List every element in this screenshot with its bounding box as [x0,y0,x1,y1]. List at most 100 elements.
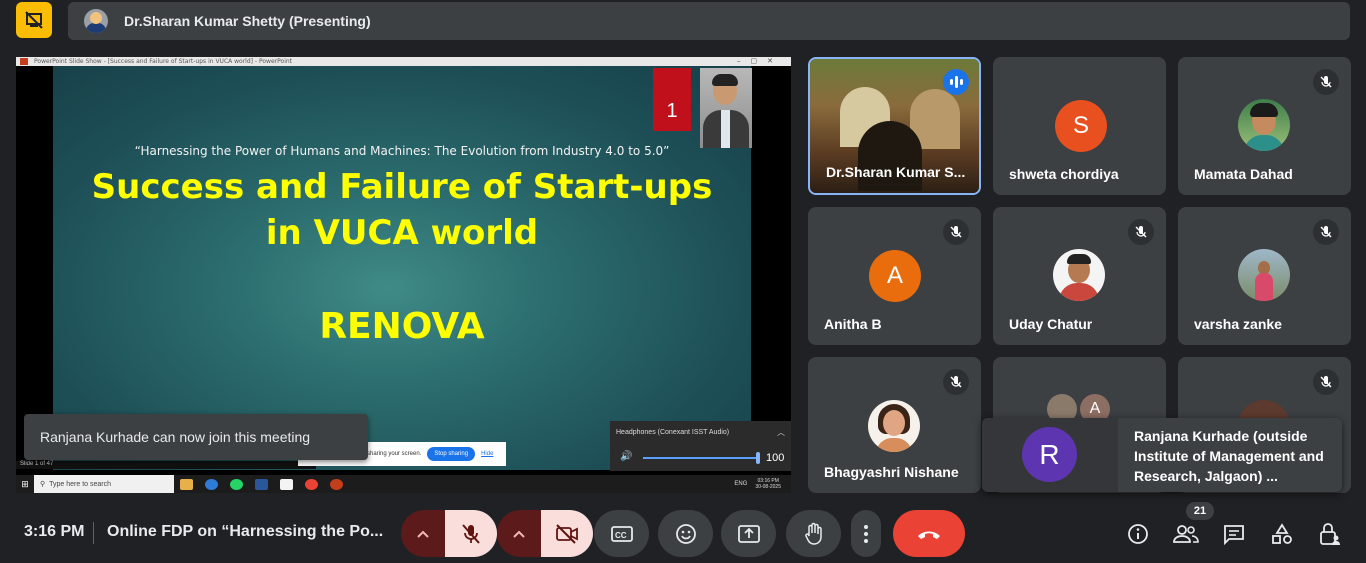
volume-slider-thumb[interactable] [756,452,760,464]
participant-name: shweta chordiya [1009,166,1119,182]
lock-person-icon [1320,523,1340,545]
slide-title-line-2: in VUCA world [265,213,539,253]
divider [93,522,94,544]
window-title: PowerPoint Slide Show - [Success and Fai… [34,58,293,65]
tray-lang[interactable]: ENG [734,481,747,487]
chevron-up-icon[interactable]: ︿ [777,427,785,438]
reactions-button[interactable] [658,510,713,557]
edge-icon[interactable] [205,478,218,490]
audio-settings-chevron-icon[interactable] [401,510,445,557]
people-icon [1173,525,1199,543]
emoji-icon [675,523,696,544]
system-tray: ENG 03:16 PM 30-08-2025 [734,478,791,490]
slide-title: Success and Failure of Start-ups in VUCA… [53,164,751,256]
raise-hand-icon [804,522,822,545]
search-icon: ⚲ [40,481,46,488]
mic-off-icon [1313,369,1339,395]
hide-link[interactable]: Hide [481,451,493,457]
presenter-avatar [84,9,108,33]
svg-text:CC: CC [615,531,627,540]
volume-value: 100 [766,452,785,464]
info-icon [1128,524,1148,544]
slide-status: Slide 1 of 47 [16,461,316,469]
join-popup-avatar-area: R [982,418,1118,492]
participant-tile-bhagyashri[interactable]: Bhagyashri Nishane [808,357,981,493]
powerpoint-taskbar-icon[interactable] [330,478,343,490]
camera-toggle-button[interactable] [541,510,593,557]
volume-popup: Headphones (Conexant ISST Audio) ︿ 🔊 100 [610,421,791,471]
raise-hand-button[interactable] [786,510,841,557]
presenter-photo [700,68,752,148]
present-button[interactable] [721,510,776,557]
end-call-icon [918,531,940,539]
presentation-slide: 1 “Harnessing the Power of Humans and Ma… [53,66,774,470]
avatar [868,400,920,452]
participant-tile-varsha[interactable]: varsha zanke [1178,207,1351,345]
avatar: S [1055,100,1107,152]
taskbar-search-input[interactable]: ⚲ Type here to search [34,475,174,493]
participant-tile-anitha[interactable]: A Anitha B [808,207,981,345]
leave-call-button[interactable] [893,510,965,557]
participant-name: Mamata Dahad [1194,166,1293,182]
chat-button[interactable] [1218,518,1250,550]
mic-off-icon [1313,219,1339,245]
avatar: A [869,250,921,302]
mic-toggle-button[interactable] [445,510,497,557]
stop-sharing-button[interactable]: Stop sharing [427,447,476,461]
more-options-button[interactable] [851,510,881,557]
participant-tile-sharan[interactable]: Dr.Sharan Kumar S... [808,57,981,195]
presenter-name: Dr.Sharan Kumar Shetty (Presenting) [124,13,371,29]
whatsapp-icon[interactable] [230,478,243,490]
meeting-name: Online FDP on “Harnessing the Po... [107,523,384,540]
chrome-icon[interactable] [305,478,318,490]
taskbar-search-placeholder: Type here to search [49,480,112,488]
toast-text: Ranjana Kurhade can now join this meetin… [40,429,311,445]
mic-control-group [401,510,497,557]
join-popup-text: Ranjana Kurhade (outside Institute of Ma… [1134,428,1324,484]
camera-control-group [497,510,593,557]
mic-off-icon [943,219,969,245]
slide-subtitle: “Harnessing the Power of Humans and Mach… [134,144,670,158]
host-controls-button[interactable] [1314,518,1346,550]
slide-title-line-1: Success and Failure of Start-ups [91,167,713,207]
activities-button[interactable] [1266,518,1298,550]
video-settings-chevron-icon[interactable] [497,510,541,557]
windows-start-icon[interactable]: ⊞ [16,479,34,490]
window-controls-icon: –▢✕ [737,57,783,65]
participant-tile-shweta[interactable]: S shweta chordiya [993,57,1166,195]
activities-icon [1272,523,1292,544]
camera-off-icon [556,523,578,544]
present-screen-icon [737,524,760,543]
presenter-bar: Dr.Sharan Kumar Shetty (Presenting) [68,2,1350,40]
participant-name: Uday Chatur [1009,316,1093,332]
avatar: R [1022,427,1077,482]
more-vert-icon [864,524,868,543]
join-request-popup[interactable]: R Ranjana Kurhade (outside Institute of … [982,418,1342,492]
volume-slider[interactable] [643,457,759,459]
participant-name: varsha zanke [1194,316,1282,332]
meeting-time: 3:16 PM [24,523,85,540]
avatar [1238,99,1290,151]
word-icon[interactable] [255,478,268,490]
participant-name: Anitha B [824,316,882,332]
audio-device-label: Headphones (Conexant ISST Audio) [616,429,730,436]
participant-tile-mamata[interactable]: Mamata Dahad [1178,57,1351,195]
people-button[interactable] [1170,518,1202,550]
tray-clock[interactable]: 03:16 PM 30-08-2025 [755,478,781,490]
share-text: sharing your screen. [367,451,422,457]
participant-name: Dr.Sharan Kumar S... [826,164,966,180]
tray-date: 30-08-2025 [755,484,781,490]
mic-off-icon [462,523,480,544]
powerpoint-icon [20,58,28,65]
file-explorer-icon[interactable] [180,478,193,490]
mic-off-icon [1313,69,1339,95]
windows-taskbar: ⊞ ⚲ Type here to search ENG 03:16 PM 30-… [16,475,791,493]
captions-button[interactable]: CC [594,510,649,557]
meeting-info-button[interactable] [1122,518,1154,550]
captions-icon: CC [610,525,633,542]
mic-off-icon [1128,219,1154,245]
participant-tile-uday[interactable]: Uday Chatur [993,207,1166,345]
store-icon[interactable] [280,478,293,490]
speaker-icon[interactable]: 🔊 [620,451,632,462]
presentation-off-icon[interactable] [16,2,52,38]
